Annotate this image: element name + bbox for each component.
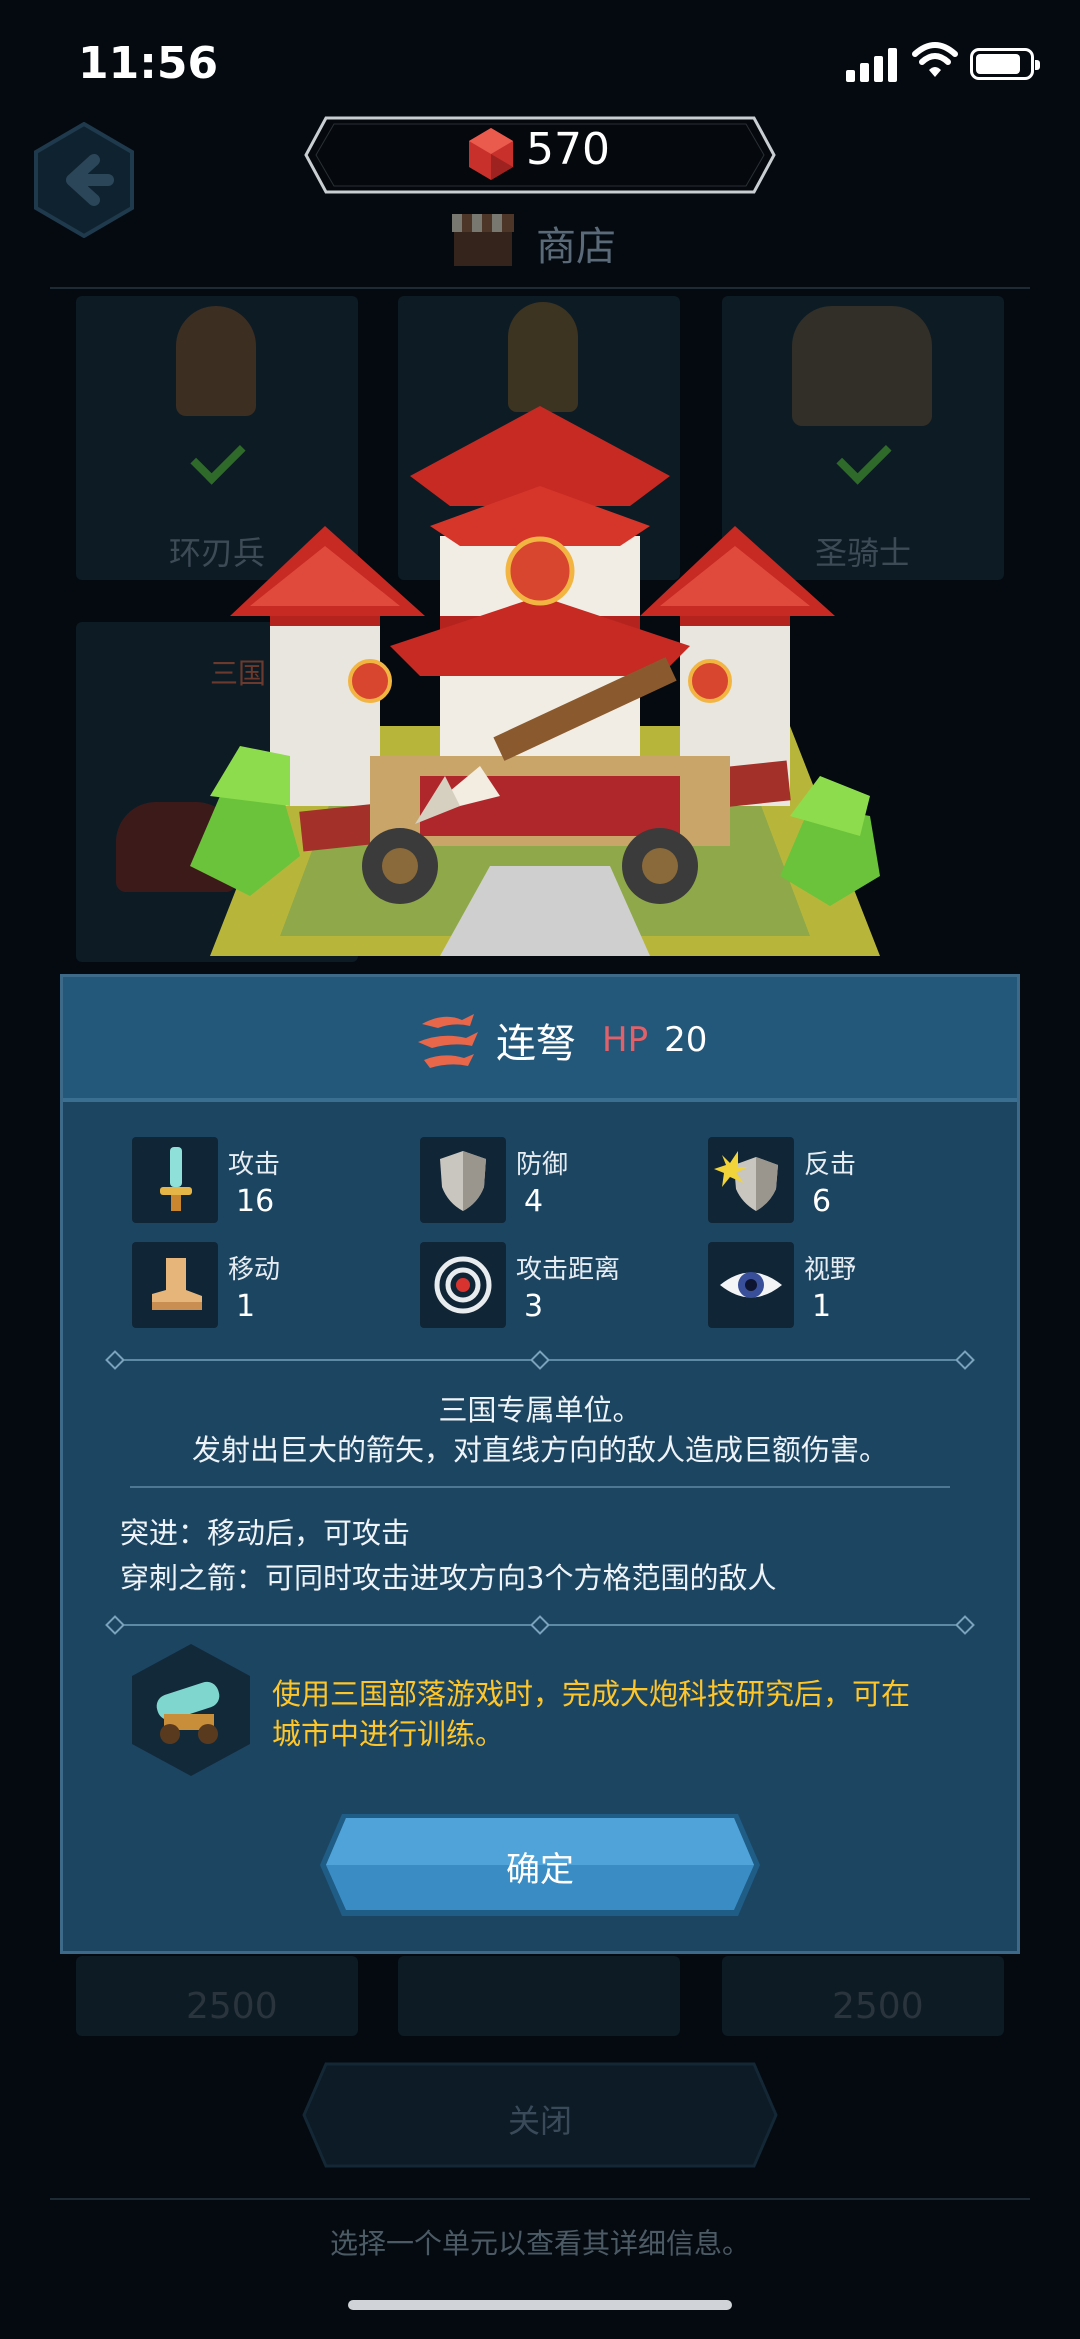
sword-icon: [160, 1147, 192, 1211]
stat-value: 1: [812, 1289, 832, 1324]
hp-label: HP: [602, 1020, 649, 1060]
stat-value: 1: [236, 1289, 256, 1324]
retaliation-icon: [714, 1151, 778, 1211]
ability-piercing-arrow: 穿刺之箭：可同时攻击进攻方向3个方格范围的敌人: [120, 1561, 777, 1595]
home-indicator[interactable]: [348, 2300, 732, 2310]
stat-value: 3: [524, 1289, 544, 1324]
requirement-line1: 使用三国部落游戏时，完成大炮科技研究后，可在: [272, 1677, 911, 1711]
unit-description-line1: 三国专属单位。: [438, 1393, 642, 1427]
stat-label: 攻击距离: [516, 1255, 621, 1285]
modal-title: 连弩 HP 20: [414, 1010, 707, 1070]
target-icon: [434, 1256, 492, 1314]
shop-icon: [452, 214, 514, 266]
stat-label: 反击: [804, 1150, 857, 1180]
ruby-gem-icon: [469, 128, 513, 180]
cannon-tech-badge: [132, 1644, 250, 1776]
hp-value: 20: [664, 1020, 708, 1060]
stat-value: 6: [812, 1184, 832, 1219]
wifi-icon: [912, 42, 958, 77]
gem-count: 570: [526, 124, 610, 175]
stat-label: 移动: [228, 1255, 281, 1285]
stat-vision: [708, 1242, 794, 1328]
close-button-label: 关闭: [507, 2102, 572, 2140]
stat-value: 4: [524, 1184, 544, 1219]
battery-icon: [970, 48, 1040, 80]
stat-label: 攻击: [228, 1150, 281, 1180]
status-time: 11:56: [78, 38, 219, 89]
selection-hint: 选择一个单元以查看其详细信息。: [329, 2227, 750, 2260]
stat-range: [420, 1242, 506, 1328]
unit-card-bottom-left[interactable]: 2500: [76, 1956, 358, 2036]
shield-icon: [440, 1151, 486, 1211]
unit-price: 2500: [832, 1986, 924, 2027]
ability-dash: 突进：移动后，可攻击: [120, 1516, 411, 1550]
stat-label: 视野: [804, 1255, 857, 1285]
stat-defense: [420, 1137, 506, 1223]
three-kingdoms-faction-icon: [418, 1014, 478, 1068]
unit-description-line2: 发射出巨大的箭矢，对直线方向的敌人造成巨额伤害。: [191, 1433, 888, 1467]
stat-label: 防御: [516, 1150, 569, 1180]
eye-icon: [720, 1272, 782, 1298]
unit-diorama-image: [190, 406, 880, 956]
training-requirement: 使用三国部落游戏时，完成大炮科技研究后，可在 城市中进行训练。: [272, 1674, 972, 1754]
unit-price: 2500: [186, 1986, 278, 2027]
header-divider: [50, 287, 1030, 289]
shop-title: 商店: [536, 224, 616, 270]
stat-retaliation: [708, 1137, 794, 1223]
unit-card-bottom-right[interactable]: 2500: [722, 1956, 1004, 2036]
stat-movement: [132, 1242, 218, 1328]
requirement-line2: 城市中进行训练。: [272, 1717, 505, 1751]
stat-attack: [132, 1137, 218, 1223]
cellular-signal-icon: [846, 46, 898, 82]
modal-header-divider: [63, 1098, 1017, 1102]
stat-value: 16: [236, 1184, 275, 1219]
confirm-button-label: 确定: [506, 1850, 574, 1890]
boot-icon: [152, 1258, 202, 1310]
description-divider: [130, 1486, 950, 1488]
footer-divider: [50, 2198, 1030, 2200]
unit-name: 连弩: [496, 1021, 576, 1067]
back-button[interactable]: [32, 122, 136, 238]
unit-card-bottom-middle[interactable]: [398, 1956, 680, 2036]
